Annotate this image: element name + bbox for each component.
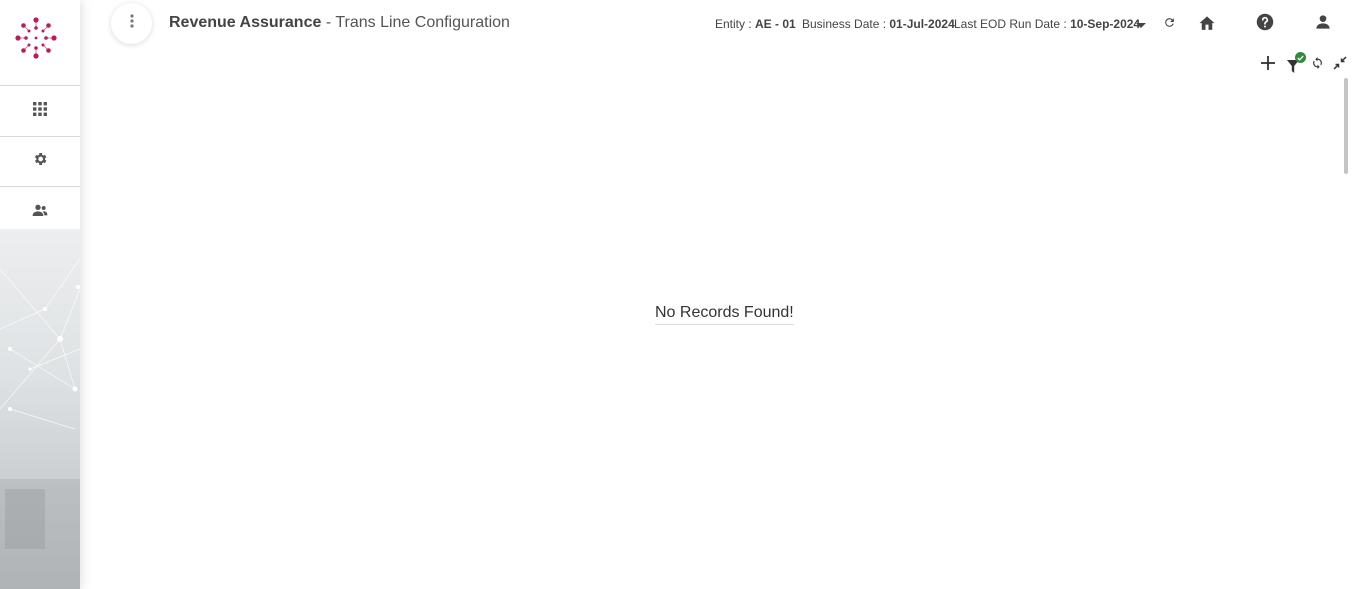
refresh-icon bbox=[1163, 16, 1176, 34]
user-group-icon bbox=[32, 203, 48, 222]
chevron-down-icon bbox=[1136, 16, 1146, 34]
add-button[interactable] bbox=[1259, 55, 1277, 75]
gear-icon bbox=[32, 151, 48, 172]
title-separator: - bbox=[321, 14, 336, 31]
eod-date-value: 10-Sep-2024 bbox=[1070, 17, 1141, 31]
page-name: Trans Line Configuration bbox=[335, 14, 510, 31]
app-logo[interactable] bbox=[14, 16, 58, 60]
sidebar bbox=[0, 0, 80, 589]
eod-date-label: Last EOD Run Date : bbox=[954, 17, 1071, 31]
sync-button[interactable] bbox=[1308, 56, 1326, 74]
entity-dropdown-toggle[interactable] bbox=[1135, 19, 1147, 31]
filter-icon bbox=[1286, 52, 1306, 73]
eod-date-info: Last EOD Run Date : 10-Sep-2024 bbox=[954, 17, 1140, 31]
sync-icon bbox=[1311, 56, 1324, 75]
filter-button[interactable] bbox=[1285, 52, 1306, 74]
more-options-button[interactable] bbox=[111, 3, 152, 44]
entity-value: AE - 01 bbox=[755, 17, 796, 31]
home-button[interactable] bbox=[1197, 14, 1217, 34]
sidebar-background-image bbox=[0, 229, 80, 589]
page-title: Revenue Assurance - Trans Line Configura… bbox=[169, 14, 510, 32]
refresh-button[interactable] bbox=[1161, 17, 1177, 33]
help-icon bbox=[1256, 13, 1274, 36]
sidebar-item-settings[interactable] bbox=[0, 136, 80, 187]
filter-active-badge bbox=[1295, 52, 1306, 63]
entity-info: Entity : AE - 01 bbox=[715, 17, 796, 31]
collapse-button[interactable] bbox=[1331, 55, 1349, 75]
user-profile-button[interactable] bbox=[1313, 14, 1333, 34]
collapse-icon bbox=[1333, 55, 1347, 75]
add-icon bbox=[1261, 55, 1275, 75]
entity-label: Entity : bbox=[715, 17, 756, 31]
business-date-value: 01-Jul-2024 bbox=[889, 17, 955, 31]
business-date-label: Business Date : bbox=[802, 17, 890, 31]
help-button[interactable] bbox=[1255, 13, 1275, 36]
apps-grid-icon bbox=[33, 101, 47, 121]
module-name: Revenue Assurance bbox=[169, 14, 322, 31]
home-icon bbox=[1198, 14, 1216, 35]
more-vert-icon bbox=[129, 14, 134, 33]
empty-state-message: No Records Found! bbox=[655, 304, 794, 325]
business-date-info: Business Date : 01-Jul-2024 bbox=[802, 17, 955, 31]
scrollbar-thumb[interactable] bbox=[1344, 78, 1348, 174]
user-icon bbox=[1315, 14, 1331, 35]
sidebar-item-apps[interactable] bbox=[0, 85, 80, 137]
